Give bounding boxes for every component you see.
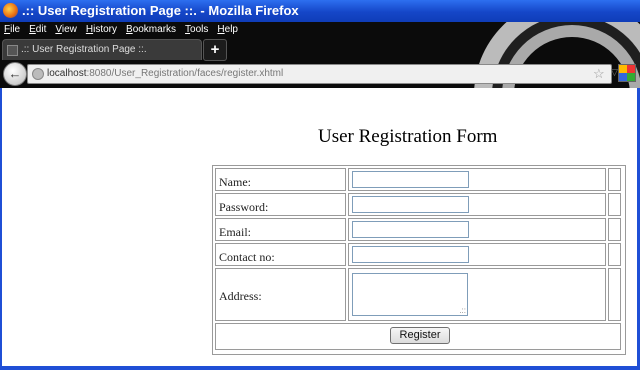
password-cell: [348, 193, 606, 216]
page-title: User Registration Form: [318, 126, 498, 147]
page-content: User Registration Form Name: Password: E…: [2, 88, 637, 366]
menu-file[interactable]: File: [0, 22, 25, 38]
resize-grip-icon[interactable]: .::: [459, 306, 466, 315]
address-cell: .::: [348, 268, 606, 321]
tab-user-registration[interactable]: .:: User Registration Page ::.: [2, 39, 202, 60]
url-history-dropdown-icon[interactable]: ▽: [611, 67, 618, 78]
address-label: Address:: [215, 268, 346, 321]
name-input[interactable]: [352, 171, 469, 188]
window-title-bar: .:: User Registration Page ::. - Mozilla…: [0, 0, 640, 22]
url-text: localhost:8080/User_Registration/faces/r…: [47, 68, 283, 79]
menu-edit[interactable]: Edit: [25, 22, 51, 38]
menu-history[interactable]: History: [82, 22, 122, 38]
registration-form-table: Name: Password: Email: Contact no: Addre…: [212, 165, 626, 355]
addon-icon[interactable]: [618, 64, 636, 82]
browser-chrome: File Edit View History Bookmarks Tools H…: [0, 22, 640, 88]
back-button[interactable]: ←: [3, 62, 27, 86]
new-tab-button[interactable]: +: [203, 39, 227, 61]
menu-tools[interactable]: Tools: [181, 22, 213, 38]
email-cell: [348, 218, 606, 241]
name-label: Name:: [215, 168, 346, 191]
contact-input[interactable]: [352, 246, 469, 263]
register-button[interactable]: Register: [390, 327, 450, 344]
contact-label: Contact no:: [215, 243, 346, 266]
url-host: localhost: [47, 68, 87, 79]
contact-message-cell: [608, 243, 621, 266]
menu-help[interactable]: Help: [213, 22, 243, 38]
url-bar[interactable]: localhost:8080/User_Registration/faces/r…: [27, 64, 635, 84]
navigation-bar: ← localhost:8080/User_Registration/faces…: [0, 60, 640, 88]
submit-row: Register: [215, 323, 621, 350]
firefox-icon: [3, 3, 18, 18]
menu-bookmarks[interactable]: Bookmarks: [122, 22, 181, 38]
name-message-cell: [608, 168, 621, 191]
bookmark-star-icon[interactable]: ☆: [593, 66, 605, 82]
password-label: Password:: [215, 193, 346, 216]
address-textarea[interactable]: .::: [352, 273, 468, 316]
email-label: Email:: [215, 218, 346, 241]
password-input[interactable]: [352, 196, 469, 213]
password-message-cell: [608, 193, 621, 216]
url-path: :8080/User_Registration/faces/register.x…: [86, 68, 284, 79]
email-input[interactable]: [352, 221, 469, 238]
name-cell: [348, 168, 606, 191]
page-favicon-icon: [7, 45, 18, 56]
email-message-cell: [608, 218, 621, 241]
site-identity-icon[interactable]: [32, 68, 44, 80]
address-message-cell: [608, 268, 621, 321]
menu-view[interactable]: View: [51, 22, 82, 38]
tab-label: .:: User Registration Page ::.: [21, 44, 147, 55]
window-title: .:: User Registration Page ::. - Mozilla…: [22, 3, 299, 18]
menu-bar: File Edit View History Bookmarks Tools H…: [0, 22, 243, 38]
contact-cell: [348, 243, 606, 266]
